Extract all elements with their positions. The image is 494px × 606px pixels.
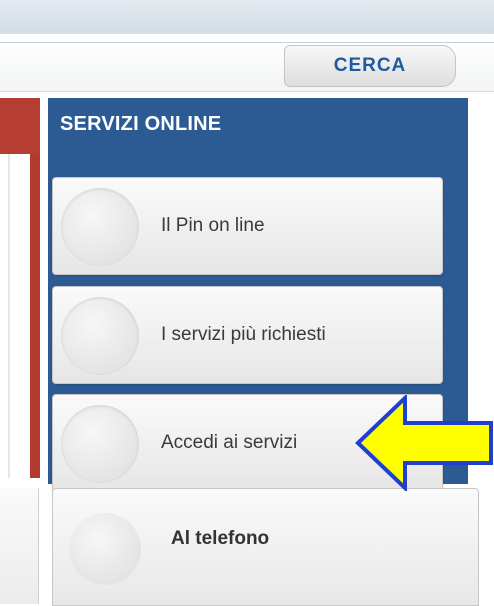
phone-label: Al telefono: [171, 528, 270, 549]
services-circle-icon: [61, 297, 139, 375]
top-header-strip: [0, 0, 494, 34]
phone-circle-icon: [69, 513, 141, 585]
access-services-label: Accedi ai servizi: [161, 432, 298, 453]
search-input[interactable]: [0, 46, 288, 86]
phone-button[interactable]: Al telefono: [52, 488, 479, 606]
search-button[interactable]: CERCA: [284, 45, 456, 87]
arrow-left-icon: [355, 395, 493, 491]
most-requested-services-label: I servizi più richiesti: [161, 324, 326, 345]
pin-online-label: Il Pin on line: [161, 215, 265, 236]
left-bottom-panel: [0, 488, 39, 604]
panel-title: SERVIZI ONLINE: [60, 113, 222, 135]
pin-online-button[interactable]: Il Pin on line: [52, 177, 443, 275]
pin-circle-icon: [61, 188, 139, 266]
left-panel-edge: [0, 98, 40, 478]
access-circle-icon: [61, 405, 139, 483]
most-requested-services-button[interactable]: I servizi più richiesti: [52, 286, 443, 384]
